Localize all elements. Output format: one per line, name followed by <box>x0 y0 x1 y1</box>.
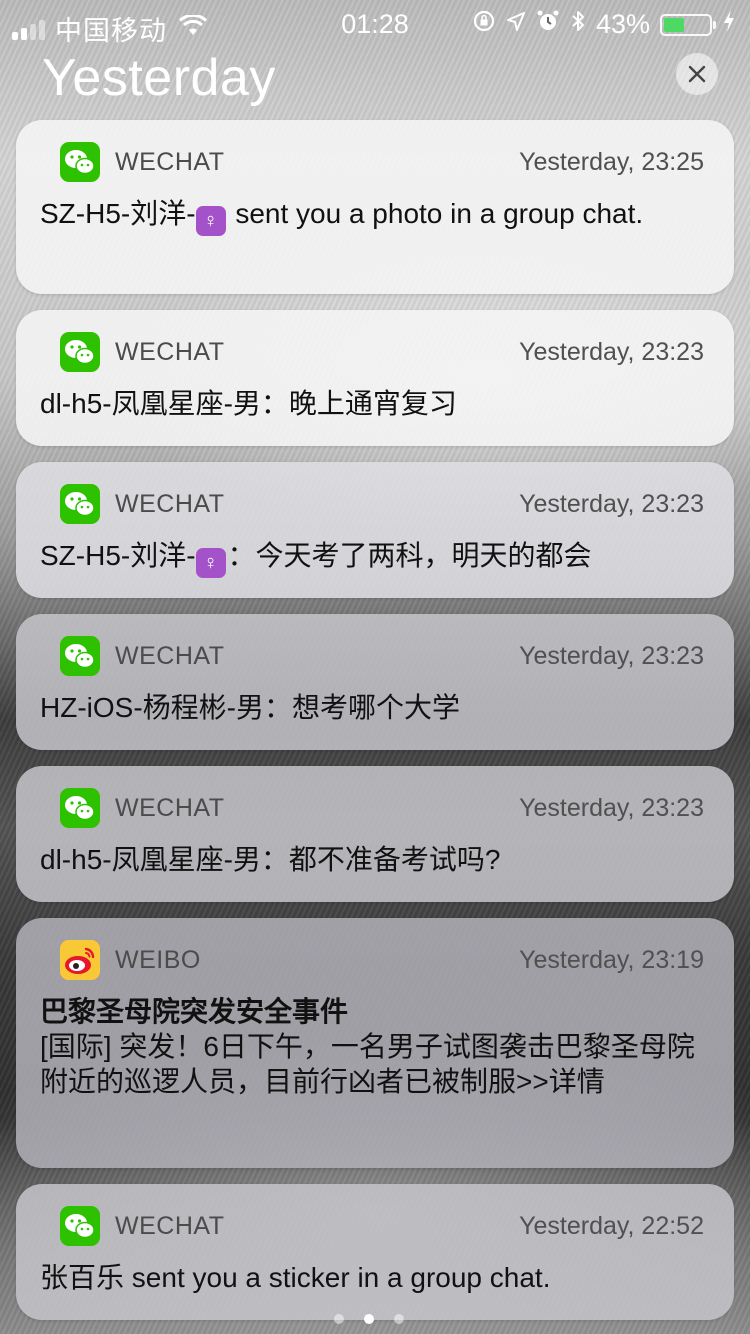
message-text: [国际] 突发！6日下午，一名男子试图袭击巴黎圣母院附近的巡逻人员，目前行凶者已… <box>40 1031 695 1097</box>
notification-time: Yesterday, 23:23 <box>519 642 704 670</box>
alarm-icon <box>536 9 560 40</box>
wechat-icon <box>60 788 100 828</box>
page-dot-active <box>364 1314 374 1324</box>
battery-percent: 43% <box>595 9 650 39</box>
notification-time: Yesterday, 23:19 <box>519 946 704 974</box>
app-name: WECHAT <box>115 490 225 518</box>
message-text: ：想考哪个大学 <box>263 692 460 723</box>
wechat-icon <box>60 484 100 524</box>
charging-icon <box>722 9 736 40</box>
sender-name: SZ-H5-刘洋- <box>40 198 196 229</box>
notification-time: Yesterday, 23:25 <box>519 148 704 176</box>
page-dot <box>394 1314 404 1324</box>
notification-message: SZ-H5-刘洋- ♀ ：今天考了两科，明天的都会 <box>40 538 710 578</box>
sender-name: HZ-iOS-杨程彬-男 <box>40 692 264 723</box>
person-emoji-icon: ♀ <box>195 548 226 578</box>
app-name: WECHAT <box>115 148 225 176</box>
message-text: ：今天考了两科，明天的都会 <box>227 540 592 571</box>
sender-name: SZ-H5-刘洋- <box>40 540 196 571</box>
notification-message: SZ-H5-刘洋- ♀ sent you a photo in a group c… <box>40 196 710 236</box>
notification-title: 巴黎圣母院突发安全事件 <box>40 996 349 1027</box>
notification-card[interactable]: WECHAT Yesterday, 23:25 SZ-H5-刘洋- ♀ sent … <box>16 120 734 294</box>
app-name: WECHAT <box>115 642 225 670</box>
wechat-icon <box>60 332 100 372</box>
notification-card[interactable]: WECHAT Yesterday, 23:23 HZ-iOS-杨程彬-男：想考哪… <box>16 614 734 750</box>
notification-message: 张百乐 sent you a sticker in a group chat. <box>40 1260 710 1295</box>
sender-name: dl-h5-凤凰星座-男 <box>40 844 261 875</box>
app-name: WECHAT <box>115 794 225 822</box>
notification-card[interactable]: WECHAT Yesterday, 23:23 SZ-H5-刘洋- ♀ ：今天考了两… <box>16 462 734 598</box>
notification-message: 巴黎圣母院突发安全事件 [国际] 突发！6日下午，一名男子试图袭击巴黎圣母院附近… <box>40 994 710 1099</box>
notification-card[interactable]: WECHAT Yesterday, 23:23 dl-h5-凤凰星座-男：都不准… <box>16 766 734 902</box>
message-text: ：都不准备考试吗? <box>260 844 501 875</box>
page-dot <box>334 1314 344 1324</box>
notification-card[interactable]: WECHAT Yesterday, 23:23 dl-h5-凤凰星座-男：晚上通… <box>16 310 734 446</box>
app-name: WECHAT <box>115 338 225 366</box>
person-emoji-icon: ♀ <box>195 206 226 236</box>
battery-icon <box>660 13 716 36</box>
wechat-icon <box>60 1206 100 1246</box>
wechat-icon <box>60 636 100 676</box>
weibo-icon <box>60 940 100 980</box>
message-text: ：晚上通宵复习 <box>260 388 457 419</box>
bluetooth-icon <box>570 9 586 40</box>
app-name: WEIBO <box>115 946 201 974</box>
clear-notifications-button[interactable] <box>676 53 718 95</box>
message-text: sent you a photo in a group chat. <box>227 198 644 229</box>
page-indicator <box>334 1314 404 1324</box>
notification-time: Yesterday, 22:52 <box>519 1212 704 1240</box>
app-name: WECHAT <box>115 1212 225 1240</box>
notification-time: Yesterday, 23:23 <box>519 794 704 822</box>
notification-time: Yesterday, 23:23 <box>519 338 704 366</box>
notification-card[interactable]: WECHAT Yesterday, 22:52 张百乐 sent you a s… <box>16 1184 734 1320</box>
message-text: sent you a sticker in a group chat. <box>124 1262 551 1293</box>
location-icon <box>506 9 526 40</box>
notification-message: dl-h5-凤凰星座-男：都不准备考试吗? <box>40 842 710 877</box>
orientation-lock-icon <box>472 9 496 40</box>
notification-message: dl-h5-凤凰星座-男：晚上通宵复习 <box>40 386 710 421</box>
status-bar: 中国移动 01:28 43% <box>0 0 750 48</box>
section-title: Yesterday <box>42 49 276 107</box>
notification-message: HZ-iOS-杨程彬-男：想考哪个大学 <box>40 690 710 725</box>
notification-card[interactable]: WEIBO Yesterday, 23:19 巴黎圣母院突发安全事件 [国际] … <box>16 918 734 1168</box>
sender-name: dl-h5-凤凰星座-男 <box>40 388 261 419</box>
wechat-icon <box>60 142 100 182</box>
sender-name: 张百乐 <box>40 1262 125 1293</box>
close-icon <box>688 65 706 83</box>
notification-time: Yesterday, 23:23 <box>519 490 704 518</box>
